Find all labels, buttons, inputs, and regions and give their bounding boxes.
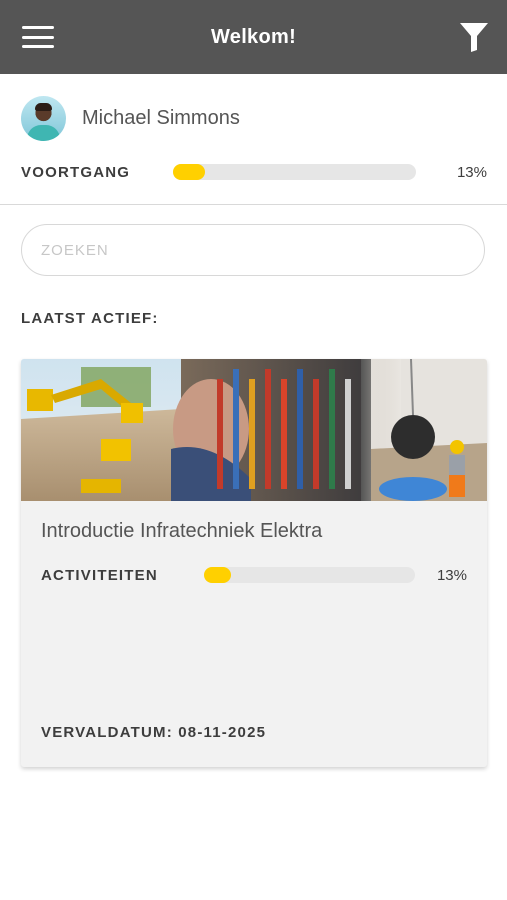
course-due-date: VERVALDATUM: 08-11-2025 bbox=[41, 724, 267, 741]
recent-section-label: LAATST ACTIEF: bbox=[21, 310, 159, 327]
course-title: Introductie Infratechniek Elektra bbox=[41, 520, 323, 542]
course-progress-bar bbox=[204, 567, 415, 583]
overall-progress-percent: 13% bbox=[456, 163, 487, 181]
search-input[interactable] bbox=[21, 224, 485, 276]
overall-progress: VOORTGANG 13% bbox=[21, 160, 487, 184]
overall-progress-bar bbox=[173, 164, 416, 180]
user-profile: Michael Simmons bbox=[21, 96, 240, 141]
page-title: Welkom! bbox=[210, 25, 297, 48]
course-card[interactable]: Introductie Infratechniek Elektra ACTIVI… bbox=[21, 359, 487, 767]
overall-progress-fill bbox=[173, 164, 205, 180]
course-progress-percent: 13% bbox=[436, 566, 467, 584]
user-name: Michael Simmons bbox=[82, 107, 240, 129]
hamburger-menu-icon[interactable] bbox=[22, 26, 54, 48]
app-header: Welkom! bbox=[0, 0, 507, 74]
course-progress-fill bbox=[204, 567, 232, 583]
divider bbox=[0, 204, 507, 205]
progress-label: VOORTGANG bbox=[21, 163, 131, 181]
course-progress: ACTIVITEITEN 13% bbox=[41, 563, 467, 587]
course-image bbox=[21, 359, 487, 501]
filter-icon[interactable] bbox=[459, 21, 489, 53]
avatar bbox=[21, 96, 66, 141]
course-progress-label: ACTIVITEITEN bbox=[41, 566, 158, 584]
